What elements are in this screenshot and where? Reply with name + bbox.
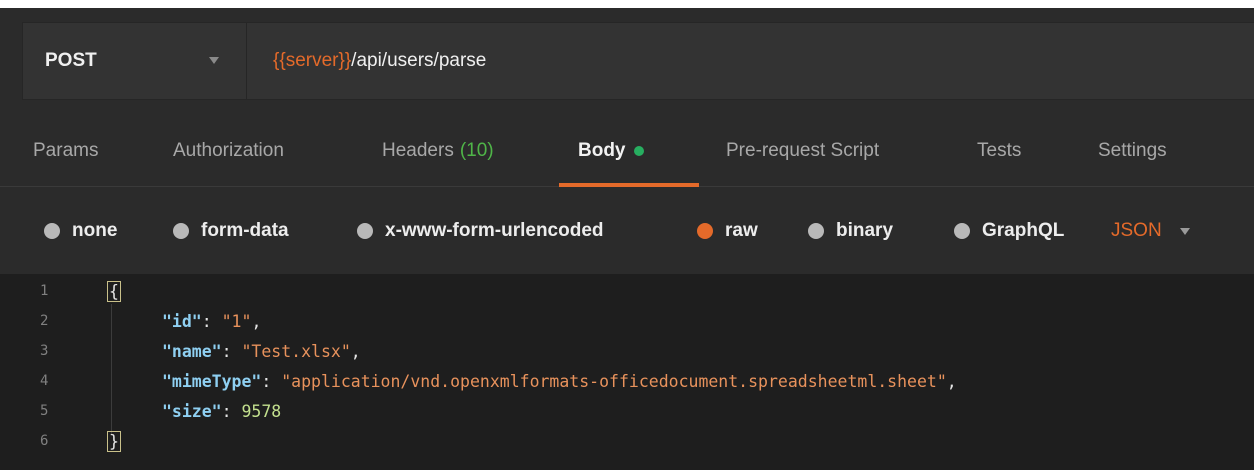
close-brace: }	[107, 430, 121, 452]
radio-circle-icon	[808, 223, 824, 239]
json-separator: :	[221, 341, 242, 361]
json-value: 9578	[241, 401, 282, 421]
radio-label: GraphQL	[982, 220, 1065, 241]
tab-label: Body	[578, 140, 626, 161]
json-separator: :	[201, 311, 222, 331]
json-value: "application/vnd.openxmlformats-officedo…	[281, 371, 947, 391]
json-comma: ,	[251, 311, 262, 331]
radio-label: none	[72, 220, 118, 241]
radio-form-data[interactable]: form-data	[173, 188, 289, 274]
raw-format-label: JSON	[1111, 220, 1162, 241]
line-number: 1	[40, 283, 49, 299]
code-editor[interactable]: 1 { 2 "id": "1", 3 "name": "Test.xlsx", …	[0, 274, 1254, 470]
code-line: 5 "size": 9578	[0, 400, 1254, 422]
radio-raw[interactable]: raw	[697, 188, 758, 274]
line-number: 6	[40, 433, 49, 449]
radio-label: x-www-form-urlencoded	[385, 220, 604, 241]
radio-none[interactable]: none	[44, 188, 117, 274]
json-key: "mimeType"	[162, 371, 262, 391]
line-number: 2	[40, 313, 49, 329]
radio-label: form-data	[201, 220, 289, 241]
tab-pre-request-script[interactable]: Pre-request Script	[726, 116, 879, 186]
radio-label: raw	[725, 220, 758, 241]
tab-headers[interactable]: Headers (10)	[382, 116, 494, 186]
json-key: "name"	[162, 341, 222, 361]
method-label: POST	[45, 50, 97, 71]
tab-params[interactable]: Params	[33, 116, 98, 186]
caret-down-icon	[209, 57, 219, 64]
radio-circle-icon	[44, 223, 60, 239]
raw-format-select[interactable]: JSON	[1111, 188, 1190, 274]
json-comma: ,	[350, 341, 361, 361]
open-brace: {	[107, 280, 121, 302]
json-separator: :	[221, 401, 242, 421]
tab-label: Settings	[1098, 140, 1167, 161]
tab-label: Params	[33, 140, 99, 161]
tab-label: Authorization	[173, 140, 284, 161]
body-type-selector: none form-data x-www-form-urlencoded raw…	[0, 188, 1254, 274]
tab-label: Pre-request Script	[726, 140, 880, 161]
tab-authorization[interactable]: Authorization	[173, 116, 284, 186]
json-key: "id"	[162, 311, 202, 331]
radio-circle-icon	[954, 223, 970, 239]
url-bar: POST {{server}}/api/users/parse	[22, 22, 1254, 100]
json-key: "size"	[162, 401, 222, 421]
radio-graphql[interactable]: GraphQL	[954, 188, 1064, 274]
json-comma: ,	[946, 371, 957, 391]
url-input[interactable]: {{server}}/api/users/parse	[247, 50, 486, 72]
json-separator: :	[261, 371, 282, 391]
code-line: 3 "name": "Test.xlsx",	[0, 340, 1254, 362]
radio-label: binary	[836, 220, 894, 241]
radio-circle-icon	[173, 223, 189, 239]
code-line: 1 {	[0, 280, 1254, 302]
active-dot-icon	[633, 146, 644, 156]
code-line: 6 }	[0, 430, 1254, 452]
json-value: "1"	[221, 311, 252, 331]
radio-x-www-form-urlencoded[interactable]: x-www-form-urlencoded	[357, 188, 604, 274]
tab-tests[interactable]: Tests	[977, 116, 1021, 186]
request-tabs: Params Authorization Headers (10) Body Pr…	[0, 116, 1254, 187]
method-select[interactable]: POST	[23, 23, 247, 99]
tab-label: Tests	[977, 140, 1022, 161]
active-tab-indicator	[559, 183, 699, 187]
tab-body[interactable]: Body	[578, 116, 644, 186]
headers-count: (10)	[459, 140, 494, 161]
radio-selected-icon	[697, 223, 713, 239]
tab-settings[interactable]: Settings	[1098, 116, 1167, 186]
radio-circle-icon	[357, 223, 373, 239]
request-panel: POST {{server}}/api/users/parse Params A…	[0, 8, 1254, 470]
json-value: "Test.xlsx"	[241, 341, 351, 361]
radio-binary[interactable]: binary	[808, 188, 893, 274]
url-variable: {{server}}	[273, 50, 352, 71]
code-line: 2 "id": "1",	[0, 310, 1254, 332]
line-number: 3	[40, 343, 49, 359]
line-number: 4	[40, 373, 49, 389]
code-line: 4 "mimeType": "application/vnd.openxmlfo…	[0, 370, 1254, 392]
caret-down-icon	[1179, 227, 1190, 235]
url-path: /api/users/parse	[351, 50, 487, 71]
tab-label: Headers	[382, 140, 454, 161]
line-number: 5	[40, 403, 49, 419]
